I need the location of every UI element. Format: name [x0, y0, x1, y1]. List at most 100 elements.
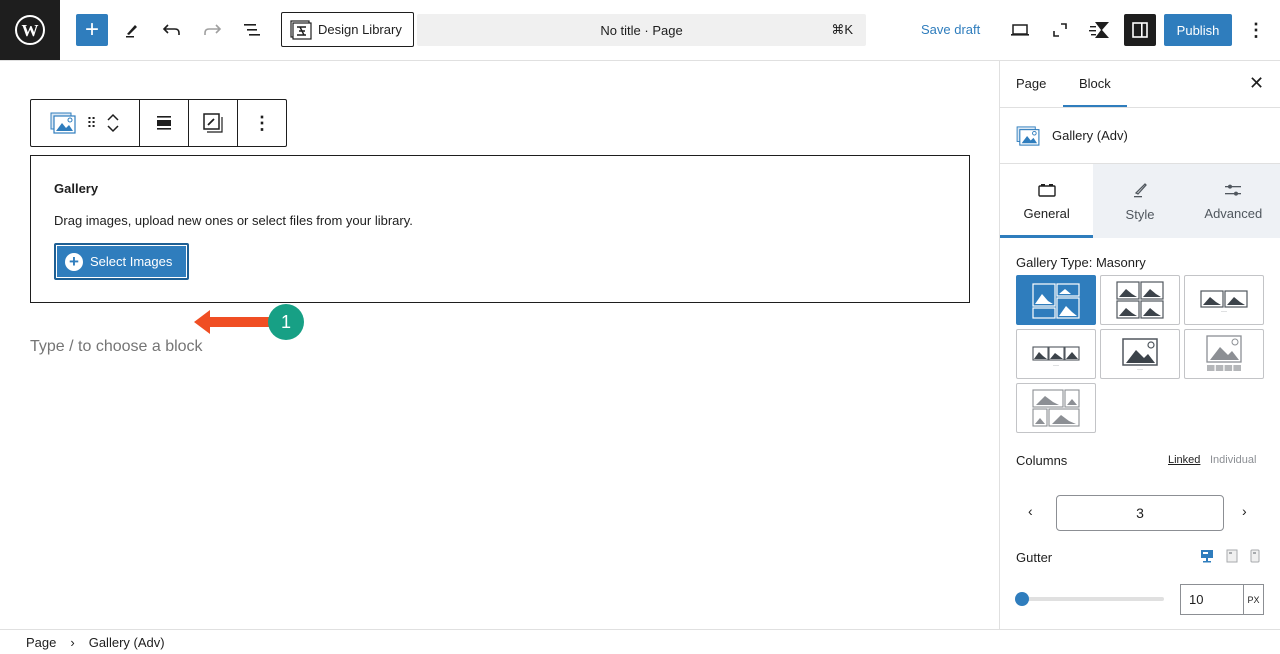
wordpress-icon: W — [15, 15, 45, 45]
block-options-button[interactable]: ⋮ — [238, 100, 286, 146]
gallery-type-tiles[interactable] — [1016, 383, 1096, 433]
gallery-placeholder-description: Drag images, upload new ones or select f… — [54, 213, 413, 228]
block-appender-placeholder[interactable]: Type / to choose a block — [30, 338, 203, 356]
columns-input[interactable]: 3 — [1056, 495, 1224, 531]
editor-canvas: ⠿ ⋮ Gallery Drag images, upload new ones… — [0, 61, 999, 629]
desktop-icon[interactable] — [1200, 549, 1214, 563]
chevron-up-icon[interactable] — [106, 113, 120, 122]
close-icon: ✕ — [1249, 73, 1265, 93]
gallery-block-icon[interactable] — [50, 112, 76, 134]
block-breadcrumb: Page › Gallery (Adv) — [0, 629, 1280, 654]
chevron-down-icon[interactable] — [106, 124, 120, 133]
gallery-type-masonry[interactable] — [1016, 275, 1096, 325]
wordpress-logo[interactable]: W — [0, 0, 60, 60]
gutter-unit-selector[interactable]: PX — [1243, 584, 1264, 615]
laptop-icon — [1011, 24, 1029, 36]
breadcrumb-separator-icon: › — [70, 634, 75, 650]
sidebar-icon — [1132, 22, 1148, 38]
thumbnail-slider-layout-icon — [1206, 335, 1242, 371]
block-card-title: Gallery (Adv) — [1052, 128, 1128, 143]
masonry-layout-icon — [1032, 283, 1080, 319]
svg-text:···: ··· — [1053, 363, 1059, 369]
add-block-button[interactable]: + — [76, 14, 108, 46]
close-sidebar-button[interactable]: ✕ — [1249, 73, 1264, 94]
fullscreen-icon — [1053, 23, 1067, 37]
redo-button[interactable] — [198, 14, 226, 46]
gallery-type-label: Gallery Type: Masonry — [1016, 255, 1146, 270]
gutter-slider-thumb[interactable] — [1015, 592, 1029, 606]
columns-individual-toggle[interactable]: Individual — [1210, 454, 1256, 466]
gallery-type-grid[interactable] — [1100, 275, 1180, 325]
block-card: Gallery (Adv) — [1000, 108, 1280, 164]
svg-text:W: W — [22, 21, 39, 40]
align-button[interactable] — [140, 100, 189, 146]
tab-general[interactable]: General — [1000, 164, 1094, 238]
tab-page[interactable]: Page — [1016, 76, 1046, 91]
design-library-label: Design Library — [318, 22, 402, 37]
breadcrumb-page[interactable]: Page — [26, 635, 56, 650]
gallery-type-carousel-multi[interactable]: ··· — [1016, 329, 1096, 379]
undo-button[interactable] — [158, 14, 186, 46]
gutter-slider-track[interactable] — [1022, 597, 1164, 601]
tab-block[interactable]: Block — [1063, 76, 1127, 107]
tab-general-label: General — [1023, 205, 1070, 221]
publish-button[interactable]: Publish — [1164, 14, 1232, 46]
mobile-icon[interactable] — [1250, 549, 1260, 563]
columns-decrement-button[interactable]: ‹ — [1028, 503, 1033, 519]
preview-button[interactable] — [1006, 14, 1034, 46]
tiles-layout-icon — [1032, 389, 1080, 427]
gutter-label: Gutter — [1016, 550, 1053, 565]
slider-layout-icon: ··· — [1122, 338, 1158, 372]
design-library-button[interactable]: Design Library — [281, 12, 414, 47]
save-draft-button[interactable]: Save draft — [921, 22, 980, 37]
tablet-icon[interactable] — [1226, 549, 1238, 563]
move-controls — [106, 113, 120, 133]
plugin-logo-icon — [1089, 22, 1109, 38]
carousel-layout-icon: ··· — [1200, 290, 1248, 315]
tools-button[interactable] — [118, 14, 146, 46]
annotation-step-badge: 1 — [268, 304, 304, 340]
gallery-type-carousel[interactable]: ··· — [1184, 275, 1264, 325]
settings-sidebar-toggle[interactable] — [1124, 14, 1156, 46]
tab-advanced[interactable]: Advanced — [1187, 164, 1280, 238]
multi-carousel-layout-icon: ··· — [1032, 346, 1080, 369]
settings-sidebar: Page Block ✕ Gallery (Adv) General Style… — [999, 61, 1280, 629]
shortcut-hint: ⌘K — [831, 22, 853, 37]
gallery-block-icon — [1016, 125, 1040, 146]
options-menu-button[interactable]: ⋮ — [1244, 14, 1268, 46]
breadcrumb-gallery[interactable]: Gallery (Adv) — [89, 635, 165, 650]
edit-image-icon — [203, 113, 223, 133]
chevron-right-icon: › — [1242, 503, 1247, 519]
svg-text:···: ··· — [1221, 309, 1227, 315]
fullscreen-button[interactable] — [1046, 14, 1074, 46]
gallery-type-slider[interactable]: ··· — [1100, 329, 1180, 379]
gutter-value-input[interactable]: 10 — [1180, 584, 1244, 615]
document-title: No title · Page — [600, 22, 683, 38]
block-toolbar-group: ⠿ — [31, 100, 140, 146]
redo-icon — [204, 24, 222, 35]
undo-icon — [162, 24, 180, 35]
pencil-icon — [126, 25, 137, 38]
sliders-icon — [1225, 184, 1242, 196]
gallery-block[interactable]: Gallery Drag images, upload new ones or … — [30, 155, 970, 303]
general-settings-icon — [1037, 183, 1056, 197]
columns-increment-button[interactable]: › — [1242, 503, 1247, 519]
columns-label: Columns — [1016, 453, 1068, 468]
tab-style[interactable]: Style — [1093, 164, 1186, 238]
edit-block-button[interactable] — [189, 100, 238, 146]
select-images-button[interactable]: + Select Images — [54, 243, 189, 280]
design-library-icon — [290, 19, 312, 40]
responsive-device-switcher — [1200, 549, 1260, 563]
command-palette-button[interactable]: No title · Page ⌘K — [417, 14, 866, 46]
tab-advanced-label: Advanced — [1204, 205, 1263, 221]
more-vertical-icon: ⋮ — [253, 112, 271, 133]
align-wide-icon — [157, 116, 171, 130]
document-overview-button[interactable] — [238, 14, 266, 46]
columns-linked-toggle[interactable]: Linked — [1168, 454, 1200, 466]
select-images-label: Select Images — [90, 254, 173, 269]
brush-icon — [1133, 182, 1147, 197]
drag-handle-icon[interactable]: ⠿ — [86, 115, 96, 132]
plugin-button[interactable] — [1086, 14, 1116, 46]
gallery-type-thumbnail-slider[interactable] — [1184, 329, 1264, 379]
gallery-type-options: ··· ··· ··· — [1016, 275, 1264, 433]
